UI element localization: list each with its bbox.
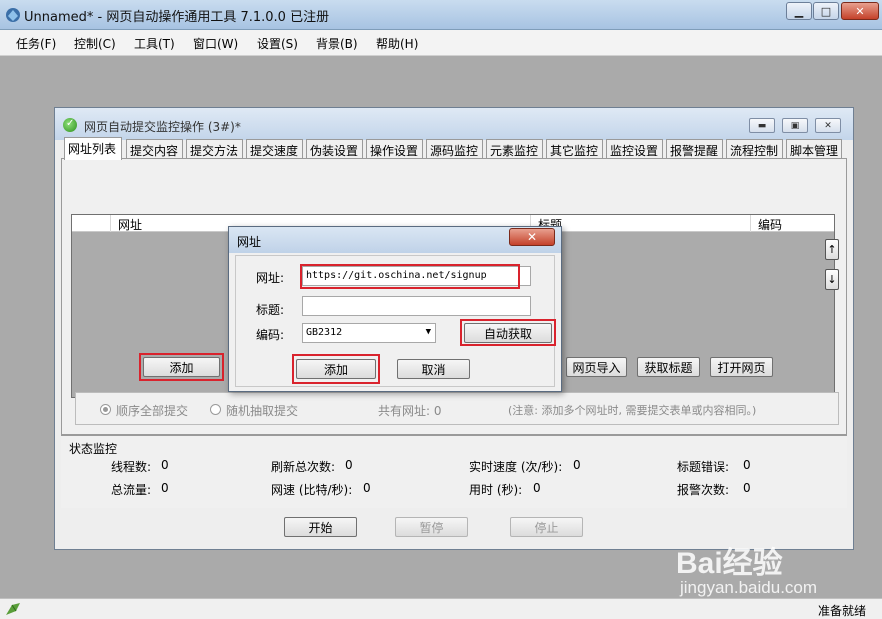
- tab-operation-settings[interactable]: 操作设置: [366, 139, 423, 159]
- close-button[interactable]: ✕: [841, 2, 879, 20]
- open-page-button[interactable]: 打开网页: [710, 357, 773, 377]
- random-label: 随机抽取提交: [226, 404, 299, 418]
- menu-window[interactable]: 窗口(W): [193, 35, 238, 52]
- encoding-select[interactable]: GB2312 ▼: [302, 323, 436, 343]
- encoding-value: GB2312: [306, 327, 343, 338]
- status-monitor-title: 状态监控: [69, 442, 118, 456]
- stat-threads-label: 线程数:: [111, 460, 152, 474]
- baidu-watermark: Bai经验 jingyan.baidu.com: [676, 538, 876, 602]
- tab-alarm[interactable]: 报警提醒: [666, 139, 723, 159]
- tab-url-list[interactable]: 网址列表: [64, 137, 122, 160]
- stat-alarm-label: 报警次数:: [677, 483, 730, 497]
- status-text: 准备就绪: [818, 604, 867, 618]
- tab-submit-method[interactable]: 提交方法: [186, 139, 243, 159]
- child-close-button[interactable]: ✕: [815, 118, 841, 133]
- note-text: (注意: 添加多个网址时, 需要提交表单或内容相同。): [508, 404, 757, 417]
- tab-source-monitor[interactable]: 源码监控: [426, 139, 483, 159]
- sequential-radio[interactable]: [100, 404, 111, 415]
- tab-monitor-settings[interactable]: 监控设置: [606, 139, 663, 159]
- tab-submit-speed[interactable]: 提交速度: [246, 139, 303, 159]
- menu-control[interactable]: 控制(C): [74, 35, 116, 52]
- url-dialog: 网址 ✕ 网址: https://git.oschina.net/signup …: [228, 226, 562, 392]
- add-url-button[interactable]: 添加: [143, 357, 220, 377]
- menu-task[interactable]: 任务(F): [16, 35, 56, 52]
- dialog-add-button[interactable]: 添加: [296, 359, 376, 379]
- dialog-close-button[interactable]: ✕: [509, 228, 555, 246]
- tab-disguise-settings[interactable]: 伪装设置: [306, 139, 363, 159]
- stat-time-label: 用时 (秒):: [469, 483, 523, 497]
- auto-detect-button[interactable]: 自动获取: [464, 323, 552, 343]
- encoding-label: 编码:: [256, 328, 285, 342]
- tab-flow-control[interactable]: 流程控制: [726, 139, 783, 159]
- title-bar: Unnamed* - 网页自动操作通用工具 7.1.0.0 已注册 ▁ □ ✕: [0, 0, 882, 30]
- title-label: 标题:: [256, 303, 285, 317]
- status-monitor: 状态监控 线程数: 0 刷新总次数: 0 实时速度 (次/秒): 0 标题错误:…: [61, 436, 847, 508]
- stat-netspeed-label: 网速 (比特/秒):: [271, 483, 353, 497]
- chevron-down-icon: ▼: [425, 327, 431, 337]
- pause-button[interactable]: 暂停: [395, 517, 468, 537]
- tab-script-manage[interactable]: 脚本管理: [786, 139, 842, 159]
- stat-traffic-value: 0: [161, 481, 169, 495]
- move-down-button[interactable]: ↓: [825, 269, 839, 290]
- stat-speed-value: 0: [573, 458, 581, 472]
- stat-refresh-value: 0: [345, 458, 353, 472]
- watermark-url: jingyan.baidu.com: [680, 578, 818, 597]
- app-icon: [6, 8, 20, 22]
- menu-help[interactable]: 帮助(H): [376, 35, 418, 52]
- stat-title-error-label: 标题错误:: [677, 460, 730, 474]
- stat-time-value: 0: [533, 481, 541, 495]
- stat-traffic-label: 总流量:: [111, 483, 152, 497]
- tab-element-monitor[interactable]: 元素监控: [486, 139, 543, 159]
- header-encoding[interactable]: 编码: [758, 216, 782, 233]
- menu-bar: 任务(F) 控制(C) 工具(T) 窗口(W) 设置(S) 背景(B) 帮助(H…: [0, 30, 882, 56]
- check-mark-icon: ✓: [66, 118, 75, 129]
- random-radio[interactable]: [210, 404, 221, 415]
- window-title: Unnamed* - 网页自动操作通用工具 7.1.0.0 已注册: [24, 10, 330, 25]
- child-minimize-button[interactable]: ▬: [749, 118, 775, 133]
- header-url[interactable]: 网址: [118, 216, 142, 233]
- highlight-url: [300, 264, 520, 289]
- start-button[interactable]: 开始: [284, 517, 357, 537]
- maximize-button[interactable]: □: [813, 2, 839, 20]
- status-icon: [6, 603, 20, 615]
- child-title-bar: ✓ 网页自动提交监控操作 (3#)* ▬ ▣ ✕: [55, 108, 853, 140]
- total-urls: 共有网址: 0: [378, 404, 442, 418]
- stop-button[interactable]: 停止: [510, 517, 583, 537]
- menu-background[interactable]: 背景(B): [316, 35, 358, 52]
- watermark-brand: Bai经验: [676, 547, 783, 580]
- import-page-button[interactable]: 网页导入: [566, 357, 627, 377]
- dialog-title: 网址: [237, 235, 262, 249]
- url-label: 网址:: [256, 271, 285, 285]
- tab-submit-content[interactable]: 提交内容: [126, 139, 183, 159]
- minimize-button[interactable]: ▁: [786, 2, 812, 20]
- stat-refresh-label: 刷新总次数:: [271, 460, 336, 474]
- get-title-button[interactable]: 获取标题: [637, 357, 700, 377]
- move-up-button[interactable]: ↑: [825, 239, 839, 260]
- stat-speed-label: 实时速度 (次/秒):: [469, 460, 563, 474]
- menu-settings[interactable]: 设置(S): [257, 35, 298, 52]
- submit-mode-group: 顺序全部提交 随机抽取提交 共有网址: 0 (注意: 添加多个网址时, 需要提交…: [75, 392, 839, 425]
- stat-alarm-value: 0: [743, 481, 751, 495]
- stat-title-error-value: 0: [743, 458, 751, 472]
- child-title: 网页自动提交监控操作 (3#)*: [84, 120, 241, 134]
- sequential-label: 顺序全部提交: [116, 404, 189, 418]
- menu-tools[interactable]: 工具(T): [134, 35, 175, 52]
- tab-other-monitor[interactable]: 其它监控: [546, 139, 603, 159]
- title-field[interactable]: [302, 296, 531, 316]
- child-restore-button[interactable]: ▣: [782, 118, 808, 133]
- dialog-body: 网址: https://git.oschina.net/signup 标题: 编…: [235, 255, 556, 387]
- stat-threads-value: 0: [161, 458, 169, 472]
- dialog-cancel-button[interactable]: 取消: [397, 359, 470, 379]
- dialog-title-bar: 网址 ✕: [229, 227, 561, 253]
- stat-netspeed-value: 0: [363, 481, 371, 495]
